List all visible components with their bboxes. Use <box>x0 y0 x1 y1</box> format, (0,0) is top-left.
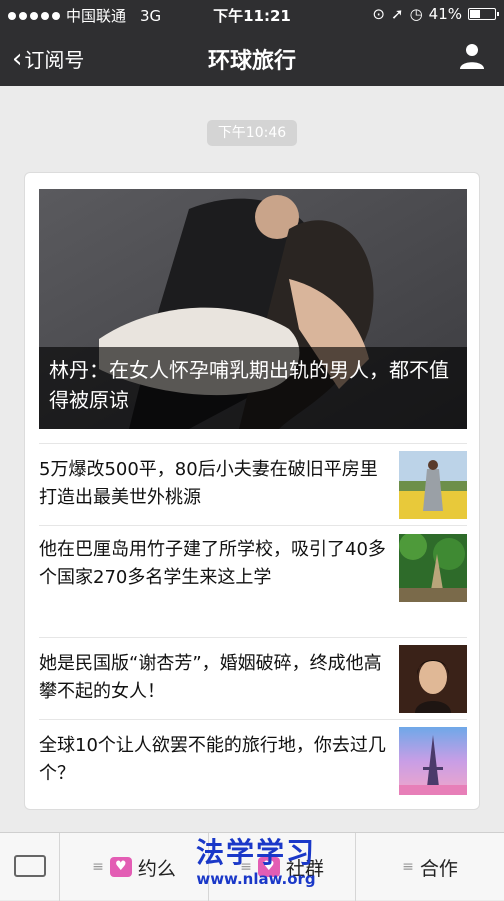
battery-icon <box>468 8 499 20</box>
bamboo-jungle-image <box>399 534 467 602</box>
menu-tab-3[interactable]: ≡ 合作 <box>356 833 504 901</box>
watermark: 法学学习 www.nlaw.org <box>186 836 326 888</box>
cover-title: 林丹：在女人怀孕哺乳期出轨的男人，都不值得被原谅 <box>39 347 467 429</box>
heart-icon: ♥ <box>109 857 132 877</box>
woman-in-flower-field-image <box>399 451 467 519</box>
message-timestamp: 下午10:46 <box>207 120 297 146</box>
watermark-title: 法学学习 <box>195 836 316 869</box>
article-card[interactable]: 林丹：在女人怀孕哺乳期出轨的男人，都不值得被原谅 5万爆改500平，80后小夫妻… <box>24 172 480 810</box>
status-bar: 中国联通 3G 下午11:21 ⊙ ➚ ◷ 41% <box>0 0 504 28</box>
article-item[interactable]: 他在巴厘岛用竹子建了所学校，吸引了40多个国家270多名学生来这上学 <box>39 525 467 637</box>
article-item[interactable]: 全球10个让人欲罢不能的旅行地，你去过几个？ <box>39 719 467 807</box>
alarm-icon: ◷ <box>409 5 423 23</box>
eiffel-tower-image <box>399 727 467 795</box>
keyboard-icon <box>14 855 46 877</box>
article-title: 全球10个让人欲罢不能的旅行地，你去过几个？ <box>39 735 386 784</box>
article-title: 他在巴厘岛用竹子建了所学校，吸引了40多个国家270多名学生来这上学 <box>39 539 386 588</box>
watermark-url: www.nlaw.org <box>196 870 316 888</box>
article-item[interactable]: 她是民国版“谢杏芳”，婚姻破碎，终成他高攀不起的女人！ <box>39 637 467 719</box>
menu-tab-label: 合作 <box>419 857 458 880</box>
page-title: 环球旅行 <box>207 49 296 74</box>
keyboard-toggle-button[interactable] <box>0 833 60 901</box>
article-title: 她是民国版“谢杏芳”，婚姻破碎，终成他高攀不起的女人！ <box>39 653 382 702</box>
profile-icon[interactable] <box>458 42 486 70</box>
menu-lines-icon: ≡ <box>402 859 414 875</box>
rotation-lock-icon: ⊙ <box>372 5 385 23</box>
location-icon: ➚ <box>390 5 404 23</box>
nav-bar: ‹ 订阅号 环球旅行 <box>0 28 504 86</box>
article-title: 5万爆改500平，80后小夫妻在破旧平房里打造出最美世外桃源 <box>39 459 378 508</box>
article-item[interactable]: 5万爆改500平，80后小夫妻在破旧平房里打造出最美世外桃源 <box>39 443 467 525</box>
menu-tab-label: 约么 <box>137 857 176 880</box>
cover-article[interactable]: 林丹：在女人怀孕哺乳期出轨的男人，都不值得被原谅 <box>39 189 467 429</box>
battery-percent: 41% <box>428 5 462 23</box>
menu-lines-icon: ≡ <box>92 859 104 875</box>
portrait-woman-image <box>399 645 467 713</box>
